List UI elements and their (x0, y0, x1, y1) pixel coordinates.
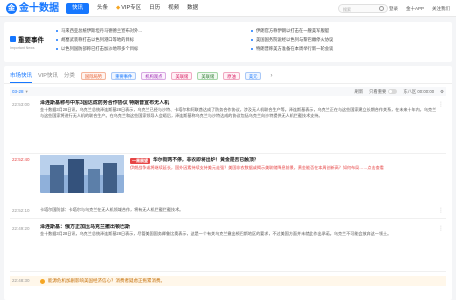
news-title[interactable]: 泽连斯基称与中东3国达成防务合作协议 特朗普宣布无人机 (40, 100, 440, 107)
news-time: 22:48:30 (12, 278, 30, 283)
tab-1[interactable]: VIP快讯 (38, 70, 58, 82)
event-item[interactable]: 以色列国防部称已打击加沙地带多个目标 (56, 46, 251, 52)
event-text: 美国国务院说经以色列与黎巴嫩停火协议 (256, 37, 334, 42)
only-important-toggle[interactable] (388, 89, 398, 94)
nav-item-label: 日历 (149, 5, 161, 11)
events-list: 马来西亚总统伊斯坦丹马德德兰宣布对外... 伊朗官方称伊朗以打击在一艘美军舰艇胡塞… (56, 28, 446, 52)
vip-icon: ◆ (116, 5, 121, 11)
news-time: 22:52:40 (12, 157, 30, 162)
refresh-button[interactable]: 刷新 (355, 87, 364, 96)
main-nav: 快讯 头条 ◆VIP专区 日历 视频 数据 (66, 3, 206, 14)
nav-item-4[interactable]: 视频 (168, 3, 179, 14)
event-item[interactable]: 特朗普称美方准备在本周举行新一轮会谈 (251, 46, 446, 52)
more-icon[interactable]: ⋮ (438, 207, 444, 214)
bullet-icon (251, 39, 253, 41)
nav-item-0[interactable]: 快讯 (66, 3, 90, 14)
event-item[interactable]: 马来西亚总统伊斯坦丹马德德兰宣布对外... (56, 28, 251, 34)
event-item[interactable]: 胡塞武装称打击以色列港口等地的目标 (56, 37, 251, 43)
nav-item-label: 头条 (97, 5, 109, 11)
nav-item-label: VIP专区 (121, 5, 142, 11)
feed-tabs: 市场快讯 VIP快讯 分类 国际局势 重要事件 机构观点 美联储 美联储 原油 美元 › (10, 70, 272, 83)
news-item[interactable]: 22:53:00 泽连斯基称与中东3国达成防务合作协议 特朗普宣布无人机 金十数… (10, 100, 446, 154)
nav-item-1[interactable]: 头条 (97, 3, 108, 14)
promo-card[interactable]: 一周展望 华尔街两不停，非农即将出炉！黄金是否已触顶？ 伊朗战争或将继续延长，国外… (40, 155, 426, 193)
chevron-down-icon: ▾ (25, 89, 28, 94)
top-nav: 金 金十数据 快讯 头条 ◆VIP专区 日历 视频 数据 搜索 登录 金十APP 关注我们 (0, 0, 456, 17)
timezone-label: 东八区 00:00:00 (403, 89, 435, 94)
site-logo[interactable]: 金 金十数据 (6, 3, 59, 14)
bullet-icon (56, 30, 58, 32)
settings-icon[interactable]: ⚙ (440, 87, 444, 96)
follow-link[interactable]: 关注我们 (432, 3, 450, 14)
tab-2[interactable]: 分类 (64, 70, 75, 82)
nav-item-2[interactable]: ◆VIP专区 (116, 3, 141, 14)
login-link[interactable]: 登录 (389, 3, 398, 14)
news-time: 22:52:10 (12, 208, 30, 213)
filter-chip[interactable]: 美元 (244, 72, 262, 80)
news-item-alert[interactable]: 22:48:30 能源危机加剧影响美国经济信心？消费者疑虑正拖累消费。 (10, 276, 446, 286)
event-text: 马来西亚总统伊斯坦丹马德德兰宣布对外... (61, 28, 142, 33)
nav-item-label: 视频 (168, 5, 180, 11)
events-title: 重要事件 (18, 37, 44, 44)
news-text: 卡塔尔国防部：卡塔尔与乌克兰在无人机领域合作，将有无人机拦截拦截技术。 (40, 207, 184, 212)
alert-icon (40, 278, 45, 284)
date-bar: 03-28 ▾ 刷新 只看重要 东八区 00:00:00 ⚙ (10, 87, 446, 96)
filter-chip[interactable]: 国际局势 (80, 72, 107, 80)
filter-chip[interactable]: 重要事件 (111, 72, 137, 80)
event-text: 胡塞武装称打击以色列港口等地的目标 (61, 37, 135, 42)
promo-tag: 一周展望 (130, 157, 150, 164)
event-item[interactable]: 美国国务院说经以色列与黎巴嫩停火协议 (251, 37, 446, 43)
filter-chip[interactable]: 美联储 (171, 72, 193, 80)
filter-chip[interactable]: 机构观点 (141, 72, 167, 80)
news-item[interactable]: 22:52:10 卡塔尔国防部：卡塔尔与乌克兰在无人机领域合作，将有无人机拦截拦… (10, 205, 446, 219)
nav-item-label: 数据 (187, 5, 199, 11)
event-text: 伊朗官方称伊朗以打击在一艘美军舰艇 (256, 28, 330, 33)
search-placeholder: 搜索 (343, 7, 351, 12)
divider (4, 83, 452, 84)
event-item[interactable]: 伊朗官方称伊朗以打击在一艘美军舰艇 (251, 28, 446, 34)
promo-image[interactable] (40, 155, 124, 193)
events-badge: 重要事件 Important News (10, 34, 44, 50)
logo-icon: 金 (6, 3, 17, 14)
event-text: 特朗普称美方准备在本周举行新一轮会谈 (256, 46, 334, 51)
chevron-right-icon[interactable]: › (270, 73, 272, 79)
top-links: 登录 金十APP 关注我们 (381, 3, 450, 14)
date-picker[interactable]: 03-28 ▾ (12, 87, 28, 96)
important-events: 重要事件 Important News 马来西亚总统伊斯坦丹马德德兰宣布对外..… (4, 22, 452, 62)
news-title[interactable]: 泽连斯基：俄方正加压乌克兰撤出顿巴斯 (40, 224, 440, 231)
filter-chip[interactable]: 原油 (223, 72, 240, 80)
logo-text: 金十数据 (19, 3, 59, 14)
bullet-icon (251, 30, 253, 32)
news-item[interactable]: 22:49:20 泽连斯基：俄方正加压乌克兰撤出顿巴斯 金十数据3月28日讯，乌… (10, 224, 446, 272)
nav-item-5[interactable]: 数据 (187, 3, 198, 14)
only-important-label: 只看重要 (369, 89, 387, 94)
news-text: 金十数据3月28日讯，乌克兰总统泽连斯基28日表示，乌克兰已经与沙特、卡塔尔和阿… (40, 107, 437, 119)
bullet-icon (56, 48, 58, 50)
news-time: 22:53:00 (12, 102, 30, 107)
bullet-icon (251, 48, 253, 50)
news-text: 金十数据3月28日讯，乌克兰总统泽连斯基28日表示，尽管美国国务卿鲁比奥表示，这… (40, 231, 392, 236)
news-feed: 市场快讯 VIP快讯 分类 国际局势 重要事件 机构观点 美联储 美联储 原油 美元 › 03-28… (4, 66, 452, 300)
feed-controls: 刷新 只看重要 东八区 00:00:00 ⚙ (349, 87, 444, 96)
bolt-icon (10, 36, 16, 42)
tab-0[interactable]: 市场快讯 (10, 70, 33, 83)
bullet-icon (56, 39, 58, 41)
news-time: 22:49:20 (12, 226, 30, 231)
promo-title[interactable]: 华尔街两不停，非农即将出炉！黄金是否已触顶？ (153, 157, 259, 164)
app-link[interactable]: 金十APP (406, 3, 424, 14)
events-subtitle: Important News (10, 46, 35, 50)
alert-text[interactable]: 能源危机加剧影响美国经济信心？消费者疑虑正拖累消费。 (48, 276, 165, 286)
more-icon[interactable]: ⋮ (438, 101, 444, 108)
date-label: 03-28 (12, 89, 24, 94)
promo-text: 伊朗战争或将继续延长，国外因素持续支持美元走强？美国非农数据或揭示美联储降息前景… (130, 165, 384, 170)
nav-item-3[interactable]: 日历 (149, 3, 160, 14)
nav-item-label: 快讯 (72, 5, 84, 11)
filter-chip[interactable]: 美联储 (197, 72, 219, 80)
more-icon[interactable]: ⋮ (438, 225, 444, 232)
event-text: 以色列国防部称已打击加沙地带多个目标 (61, 46, 139, 51)
